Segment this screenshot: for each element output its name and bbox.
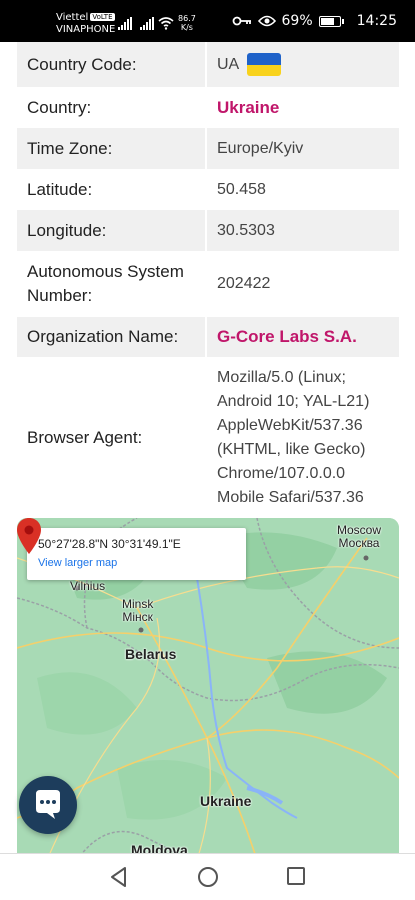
recent-apps-icon[interactable] (286, 866, 306, 886)
value-longitude: 30.5303 (207, 210, 399, 251)
map-label-minsk-be: Мінск (122, 610, 153, 624)
signal-2-icon (140, 17, 154, 30)
value-latitude: 50.458 (217, 180, 266, 198)
map-label-moscow-ru: Москва (338, 536, 380, 550)
battery-percent: 69% (281, 13, 313, 29)
battery-icon (318, 15, 344, 27)
label-browser-agent: Browser Agent: (27, 428, 143, 447)
row-organization: Organization Name: G-Core Labs S.A. (17, 317, 399, 357)
android-nav-bar (0, 853, 415, 900)
map-coordinates: 50°27'28.8"N 30°31'49.1"E (38, 537, 181, 551)
chat-button[interactable] (19, 776, 77, 834)
ip-info-table: Country Code: UA Country: Ukraine Time Z… (17, 42, 399, 519)
map-label-minsk: Minsk Мінск (122, 598, 153, 624)
wifi-icon (158, 17, 174, 30)
label-country-code: Country Code: (17, 42, 207, 87)
label-time-zone: Time Zone: (17, 128, 207, 169)
map-label-vilnius: Vilnius (70, 579, 106, 593)
carrier-2-name: VINAPHONE (56, 24, 116, 35)
row-latitude: Latitude: 50.458 (17, 169, 399, 210)
carrier-1-name: Viettel (56, 12, 89, 23)
map-label-moscow: Moscow Москва (337, 524, 381, 550)
row-longitude: Longitude: 30.5303 (17, 210, 399, 251)
label-asn: Autonomous System Number: (27, 262, 184, 305)
ukraine-flag-icon (247, 53, 282, 76)
value-time-zone: Europe/Kyiv (207, 128, 399, 169)
network-speed-value: 86.7 (178, 14, 196, 23)
location-pin-icon[interactable] (17, 518, 41, 554)
map-label-ukraine: Ukraine (200, 793, 252, 809)
label-organization: Organization Name: (17, 317, 207, 357)
network-speed-unit: K/s (180, 23, 193, 32)
chat-bubble-icon (36, 790, 60, 819)
carrier-info: Viettel VoLTE VINAPHONE (56, 12, 115, 36)
label-country: Country: (27, 97, 92, 117)
signal-1-icon (118, 17, 132, 30)
row-country-code: Country Code: UA (17, 42, 399, 87)
home-icon[interactable] (197, 866, 219, 888)
row-time-zone: Time Zone: Europe/Kyiv (17, 128, 399, 169)
row-asn: Autonomous System Number: 202422 (17, 251, 399, 317)
value-country: Ukraine (217, 97, 280, 117)
network-speed: 86.7 K/s (178, 14, 196, 32)
value-country-code: UA (207, 42, 399, 87)
row-browser-agent: Browser Agent: Mozilla/5.0 (Linux; Andro… (17, 357, 399, 519)
map-info-card: 50°27'28.8"N 30°31'49.1"E View larger ma… (27, 528, 246, 580)
status-right: 69% 14:25 (232, 13, 397, 29)
label-latitude: Latitude: (27, 179, 93, 199)
eye-icon (257, 15, 276, 27)
value-browser-agent: Mozilla/5.0 (Linux; Android 10; YAL-L21)… (217, 369, 370, 506)
value-asn: 202422 (217, 275, 271, 292)
volte-badge: VoLTE (90, 13, 115, 21)
view-larger-map-link[interactable]: View larger map (38, 557, 235, 569)
country-code-text: UA (217, 55, 240, 73)
status-bar: Viettel VoLTE VINAPHONE 86.7 K/s 69% 14:2… (0, 0, 415, 42)
key-icon (232, 16, 251, 26)
value-organization: G-Core Labs S.A. (207, 317, 399, 357)
row-country: Country: Ukraine (17, 87, 399, 128)
label-longitude: Longitude: (17, 210, 207, 251)
clock: 14:25 (356, 13, 397, 29)
back-icon[interactable] (109, 866, 129, 888)
map-label-belarus: Belarus (125, 646, 177, 662)
